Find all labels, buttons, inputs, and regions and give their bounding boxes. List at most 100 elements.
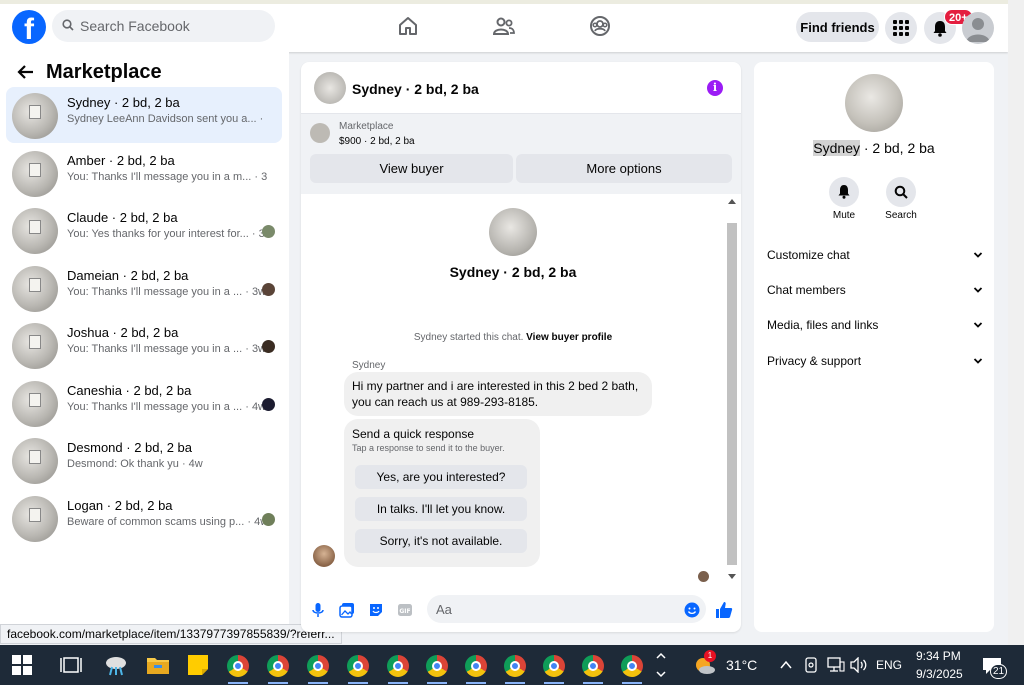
chrome-icon[interactable]	[543, 655, 565, 677]
chat-panel: Sydney · 2 bd, 2 ba i Marketplace $900 ·…	[301, 62, 741, 632]
friends-icon[interactable]	[492, 14, 516, 38]
info-icon[interactable]: i	[707, 80, 723, 96]
privacy-support-row[interactable]: Privacy & support	[767, 352, 983, 372]
scroll-thumb[interactable]	[727, 223, 737, 565]
chrome-icon[interactable]	[465, 655, 487, 677]
meet-now-icon[interactable]	[803, 657, 819, 673]
conversation-item[interactable]: Caneshia · 2 bd, 2 ba You: Thanks I'll m…	[6, 375, 282, 431]
quick-response-button[interactable]: In talks. I'll let you know.	[355, 497, 527, 521]
message-text-line: you can reach us at 989-293-8185.	[352, 395, 539, 409]
active-app-indicator	[466, 682, 486, 684]
conversation-name: Caneshia · 2 bd, 2 ba	[67, 383, 192, 398]
seen-avatar	[262, 340, 275, 353]
conversation-snippet: You: Thanks I'll message you in a ... · …	[67, 401, 266, 413]
windows-start-icon[interactable]	[12, 655, 32, 675]
quick-response-button[interactable]: Sorry, it's not available.	[355, 529, 527, 553]
chat-title[interactable]: Sydney · 2 bd, 2 ba	[352, 81, 479, 97]
media-files-links-row[interactable]: Media, files and links	[767, 316, 983, 336]
quick-response-title: Send a quick response	[352, 427, 475, 441]
conversation-name: Desmond · 2 bd, 2 ba	[67, 440, 193, 455]
chat-thumbnail[interactable]	[314, 72, 346, 104]
listing-card: Marketplace $900 · 2 bd, 2 ba View buyer…	[301, 114, 741, 194]
photo-icon[interactable]	[339, 602, 355, 618]
view-buyer-button[interactable]: View buyer	[310, 154, 513, 183]
row-label: Customize chat	[767, 248, 850, 262]
chrome-icon[interactable]	[582, 655, 604, 677]
more-options-button[interactable]: More options	[516, 154, 732, 183]
thumbs-up-icon[interactable]	[715, 601, 733, 619]
seen-avatar	[262, 225, 275, 238]
link-status-url: facebook.com/marketplace/item/1337977397…	[0, 624, 342, 644]
scroll-up-arrow[interactable]	[728, 199, 736, 204]
file-explorer-icon[interactable]	[146, 653, 170, 677]
clock-date[interactable]: 9/3/2025	[916, 667, 963, 681]
listing-thumbnail	[12, 151, 58, 197]
conversation-name: Logan · 2 bd, 2 ba	[67, 498, 173, 513]
language-indicator[interactable]: ENG	[876, 658, 902, 672]
mute-button[interactable]	[829, 177, 859, 207]
home-icon[interactable]	[396, 14, 420, 38]
account-avatar[interactable]	[962, 12, 994, 44]
back-arrow-icon[interactable]	[16, 62, 36, 82]
emoji-icon[interactable]	[684, 602, 700, 618]
conversation-item[interactable]: Logan · 2 bd, 2 ba Beware of common scam…	[6, 490, 282, 546]
details-avatar[interactable]	[845, 74, 903, 132]
chevron-down-icon	[973, 358, 983, 364]
conversation-item[interactable]: Amber · 2 bd, 2 ba You: Thanks I'll mess…	[6, 145, 282, 201]
active-app-indicator	[348, 682, 368, 684]
chrome-icon[interactable]	[307, 655, 329, 677]
conversation-item[interactable]: Sydney · 2 bd, 2 ba Sydney LeeAnn Davids…	[6, 87, 282, 143]
quick-response-card: Send a quick response Tap a response to …	[344, 419, 540, 567]
task-view-icon[interactable]	[60, 655, 82, 675]
sticker-icon[interactable]	[368, 602, 384, 618]
top-navigation-bar: f Find friends 20+	[0, 0, 1008, 52]
bell-icon	[838, 185, 850, 199]
gif-icon[interactable]: GIF	[397, 602, 413, 618]
scroll-down-arrow[interactable]	[728, 574, 736, 579]
conversation-name: Joshua · 2 bd, 2 ba	[67, 325, 179, 340]
sender-avatar[interactable]	[313, 545, 335, 567]
view-buyer-profile-link[interactable]: View buyer profile	[526, 332, 612, 343]
network-icon[interactable]	[827, 657, 845, 673]
microphone-icon[interactable]	[310, 602, 326, 618]
taskbar-overflow-chevrons-icon[interactable]	[654, 649, 668, 681]
chrome-icon[interactable]	[387, 655, 409, 677]
facebook-logo[interactable]: f	[12, 10, 46, 44]
active-app-indicator	[268, 682, 288, 684]
chrome-icon[interactable]	[504, 655, 526, 677]
svg-text:GIF: GIF	[399, 608, 410, 615]
search-conversation-button[interactable]	[886, 177, 916, 207]
thread-scrollbar[interactable]	[725, 194, 739, 584]
conversation-item[interactable]: Claude · 2 bd, 2 ba You: Yes thanks for …	[6, 202, 282, 258]
listing-thumbnail[interactable]	[310, 123, 330, 143]
chrome-icon[interactable]	[426, 655, 448, 677]
chrome-icon[interactable]	[621, 655, 643, 677]
search-box[interactable]	[52, 10, 275, 42]
conversation-item[interactable]: Desmond · 2 bd, 2 ba Desmond: Ok thank y…	[6, 432, 282, 488]
chevron-down-icon	[973, 322, 983, 328]
message-input[interactable]	[427, 595, 706, 623]
temperature-text[interactable]: 31°C	[726, 657, 757, 673]
clock-time[interactable]: 9:34 PM	[916, 649, 961, 663]
page-scrollbar[interactable]	[1008, 0, 1024, 645]
incoming-message: Hi my partner and i are interested in th…	[344, 372, 652, 416]
page-title: Marketplace	[46, 60, 162, 83]
app-grid-icon	[893, 20, 909, 36]
chrome-icon[interactable]	[227, 655, 249, 677]
conversation-item[interactable]: Joshua · 2 bd, 2 ba You: Thanks I'll mes…	[6, 317, 282, 373]
chrome-icon[interactable]	[347, 655, 369, 677]
chat-members-row[interactable]: Chat members	[767, 281, 983, 301]
search-input[interactable]	[80, 10, 270, 42]
groups-icon[interactable]	[588, 14, 612, 38]
chevron-up-icon[interactable]	[779, 658, 793, 672]
quick-response-button[interactable]: Yes, are you interested?	[355, 465, 527, 489]
app-shortcut-icon[interactable]	[104, 653, 128, 677]
volume-icon[interactable]	[850, 657, 868, 673]
sticky-notes-icon[interactable]	[186, 653, 210, 677]
chrome-icon[interactable]	[267, 655, 289, 677]
find-friends-button[interactable]: Find friends	[796, 12, 879, 42]
conversation-item[interactable]: Dameian · 2 bd, 2 ba You: Thanks I'll me…	[6, 260, 282, 316]
customize-chat-row[interactable]: Customize chat	[767, 246, 983, 266]
menu-button[interactable]	[885, 12, 917, 44]
active-app-indicator	[544, 682, 564, 684]
